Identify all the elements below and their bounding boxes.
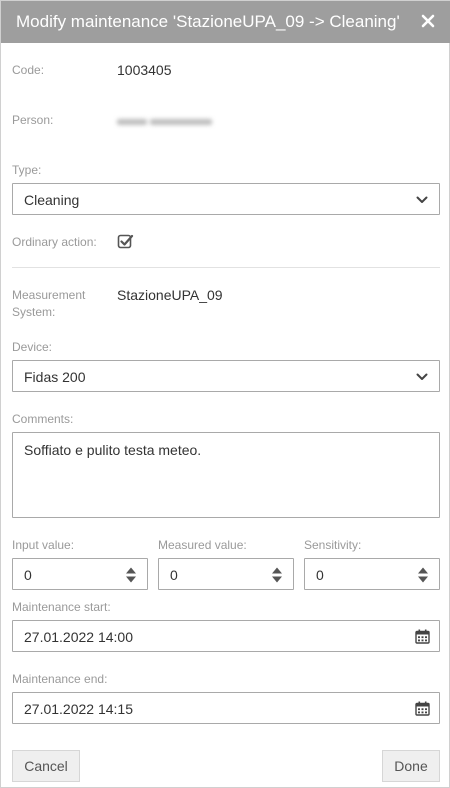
measurement-system-label-line2: System: xyxy=(12,305,56,319)
cancel-button[interactable]: Cancel xyxy=(12,750,80,782)
type-select-value: Cleaning xyxy=(24,192,80,208)
type-select[interactable]: Cleaning xyxy=(12,183,440,215)
maintenance-start-text: 27.01.2022 14:00 xyxy=(24,629,133,645)
input-value-label: Input value: xyxy=(12,538,75,552)
chevron-down-icon xyxy=(416,196,428,203)
input-value-field[interactable]: 0 xyxy=(12,558,148,590)
maintenance-start-field[interactable]: 27.01.2022 14:00 xyxy=(12,620,440,652)
comments-text: Soffiato e pulito testa meteo. xyxy=(24,442,202,458)
spinner-arrows-icon[interactable] xyxy=(271,566,283,584)
measurement-system-value: StazioneUPA_09 xyxy=(117,287,223,303)
code-value: 1003405 xyxy=(117,62,172,78)
spinner-arrows-icon[interactable] xyxy=(417,566,429,584)
spinner-arrows-icon[interactable] xyxy=(125,566,137,584)
maintenance-dialog: Modify maintenance 'StazioneUPA_09 -> Cl… xyxy=(0,0,450,788)
measurement-system-label-line1: Measurement xyxy=(12,288,86,302)
sensitivity-field[interactable]: 0 xyxy=(304,558,440,590)
done-button[interactable]: Done xyxy=(382,750,440,782)
maintenance-end-field[interactable]: 27.01.2022 14:15 xyxy=(12,692,440,724)
type-label: Type: xyxy=(12,163,42,177)
device-select-value: Fidas 200 xyxy=(24,369,86,385)
maintenance-start-label: Maintenance start: xyxy=(12,600,111,614)
person-value-redacted xyxy=(117,113,217,125)
sensitivity-text: 0 xyxy=(316,567,324,583)
sensitivity-label: Sensitivity: xyxy=(304,538,362,552)
calendar-icon[interactable] xyxy=(415,701,430,716)
chevron-down-icon xyxy=(416,373,428,380)
measured-value-label: Measured value: xyxy=(158,538,247,552)
person-label: Person: xyxy=(12,113,54,127)
code-label: Code: xyxy=(12,63,45,77)
dialog-title: Modify maintenance 'StazioneUPA_09 -> Cl… xyxy=(16,12,400,31)
device-select[interactable]: Fidas 200 xyxy=(12,360,440,392)
device-label: Device: xyxy=(12,340,53,354)
measurement-system-label: Measurement System: xyxy=(12,287,85,321)
maintenance-end-label: Maintenance end: xyxy=(12,672,108,686)
maintenance-end-text: 27.01.2022 14:15 xyxy=(24,701,133,717)
dialog-titlebar: Modify maintenance 'StazioneUPA_09 -> Cl… xyxy=(1,1,450,43)
section-divider xyxy=(12,267,440,268)
comments-textarea[interactable]: Soffiato e pulito testa meteo. xyxy=(12,432,440,518)
measured-value-text: 0 xyxy=(170,567,178,583)
ordinary-action-checkbox[interactable] xyxy=(117,233,134,250)
ordinary-action-label: Ordinary action: xyxy=(12,235,97,249)
input-value-text: 0 xyxy=(24,567,32,583)
comments-label: Comments: xyxy=(12,412,74,426)
calendar-icon[interactable] xyxy=(415,629,430,644)
close-icon[interactable] xyxy=(419,12,437,30)
measured-value-field[interactable]: 0 xyxy=(158,558,294,590)
